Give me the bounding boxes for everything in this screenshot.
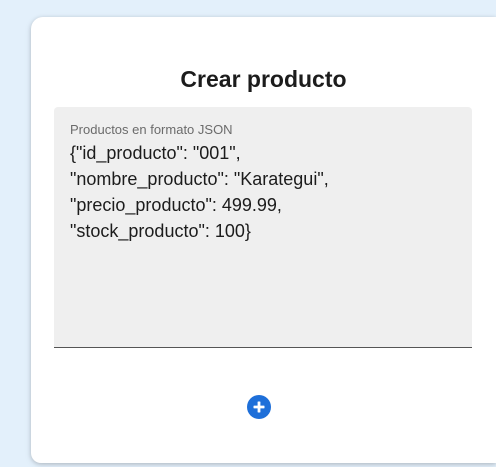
plus-icon [253,401,265,413]
products-json-label: Productos en formato JSON [70,122,233,137]
create-product-card: Crear producto Productos en formato JSON… [31,17,496,463]
card-title: Crear producto [180,66,347,92]
products-json-field[interactable]: Productos en formato JSON {"id_producto"… [54,107,472,348]
add-product-button[interactable] [247,395,271,419]
products-json-textarea[interactable]: {"id_producto": "001", "nombre_producto"… [70,140,460,244]
